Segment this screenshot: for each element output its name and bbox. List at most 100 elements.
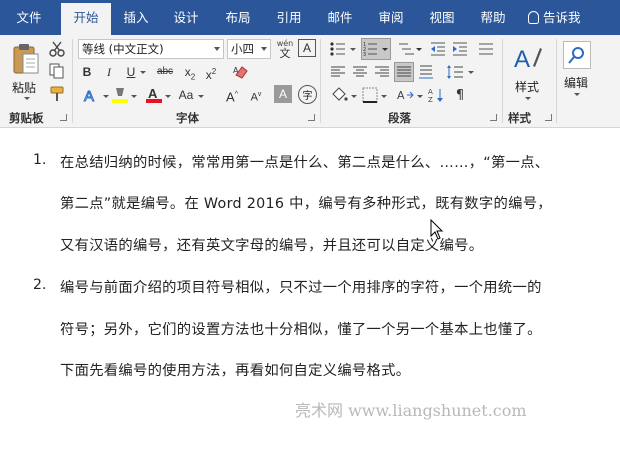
line-spacing-dropdown-icon[interactable] xyxy=(468,71,474,74)
styles-dropdown-icon[interactable] xyxy=(525,97,531,100)
lightbulb-icon xyxy=(528,11,539,24)
font-size-combo[interactable]: 小四 xyxy=(227,39,271,59)
justify-button[interactable] xyxy=(394,62,414,82)
chinese-layout-icon xyxy=(479,43,493,55)
tab-references[interactable]: 引用 xyxy=(268,0,310,35)
highlight-dropdown-icon[interactable] xyxy=(131,95,137,98)
bold-button[interactable]: B xyxy=(78,63,96,81)
chevron-down-icon xyxy=(261,47,267,51)
distributed-icon xyxy=(419,65,433,79)
styles-label: 样式 xyxy=(515,80,540,94)
distributed-button[interactable] xyxy=(416,63,436,81)
phonetic-guide-button[interactable]: wén 文 xyxy=(274,38,296,60)
styles-launcher-icon[interactable] xyxy=(545,114,552,121)
tab-mailings[interactable]: 邮件 xyxy=(319,0,361,35)
cut-button[interactable] xyxy=(48,40,66,58)
tab-view[interactable]: 视图 xyxy=(421,0,463,35)
font-color-icon: A xyxy=(146,86,162,103)
tab-file[interactable]: 文件 xyxy=(6,0,52,35)
show-marks-button[interactable]: ¶ xyxy=(450,86,470,104)
align-right-button[interactable] xyxy=(372,63,392,81)
font-color-button[interactable]: A xyxy=(144,85,164,105)
chinese-layout-button[interactable] xyxy=(475,39,497,59)
multilevel-list-button[interactable] xyxy=(396,39,424,59)
shrink-font-button[interactable]: Av xyxy=(246,86,266,104)
text-effects-dropdown-icon[interactable] xyxy=(103,95,109,98)
paragraph-group-label: 段落 xyxy=(388,111,411,125)
svg-text:A: A xyxy=(397,89,405,102)
subscript-button[interactable]: x2 xyxy=(181,63,199,81)
editing-button[interactable] xyxy=(563,41,591,69)
styles-button[interactable]: A xyxy=(510,41,544,75)
font-name-value: 等线 (中文正文) xyxy=(82,42,164,56)
font-color-dropdown-icon[interactable] xyxy=(165,95,171,98)
copy-button[interactable] xyxy=(48,62,66,80)
ribbon-tab-bar: 文件 开始 插入 设计 布局 引用 邮件 审阅 视图 帮助 告诉我 xyxy=(0,0,620,35)
tab-insert[interactable]: 插入 xyxy=(115,0,157,35)
grow-font-button[interactable]: A^ xyxy=(222,86,242,104)
align-right-icon xyxy=(375,66,389,77)
search-icon xyxy=(568,47,584,64)
numbering-button[interactable]: 123 xyxy=(361,38,391,60)
character-shading-button[interactable]: A xyxy=(274,85,292,103)
font-launcher-icon[interactable] xyxy=(308,114,315,121)
decrease-indent-button[interactable] xyxy=(428,39,448,59)
underline-button[interactable]: U xyxy=(122,63,140,81)
bullets-button[interactable] xyxy=(328,39,352,59)
list-item-line: 下面先看编号的使用方法，再看如何自定义编号格式。 xyxy=(60,363,411,379)
paste-button[interactable] xyxy=(10,41,42,77)
bullets-dropdown-icon[interactable] xyxy=(350,48,356,51)
line-spacing-icon xyxy=(447,65,463,79)
strikethrough-button[interactable]: abc xyxy=(154,63,176,81)
tab-design[interactable]: 设计 xyxy=(165,0,207,35)
italic-button[interactable]: I xyxy=(100,63,118,81)
tell-me-search[interactable]: 告诉我 xyxy=(528,0,581,35)
underline-dropdown-icon[interactable] xyxy=(140,71,146,74)
watermark: 亮术网 www.liangshunet.com xyxy=(295,401,527,420)
format-painter-button[interactable] xyxy=(48,85,66,103)
paste-label: 粘贴 xyxy=(12,81,37,95)
sort-button[interactable]: AZ xyxy=(426,86,446,104)
svg-text:A: A xyxy=(148,86,158,101)
superscript-button[interactable]: x2 xyxy=(202,63,220,82)
highlight-button[interactable] xyxy=(110,85,130,105)
shading-dropdown-icon[interactable] xyxy=(351,95,357,98)
paste-dropdown-icon[interactable] xyxy=(24,97,30,100)
character-border-button[interactable]: A xyxy=(298,39,316,57)
font-group-label: 字体 xyxy=(176,111,199,125)
borders-button[interactable] xyxy=(360,86,380,104)
text-direction-icon: A xyxy=(397,89,414,102)
enclose-characters-button[interactable]: 字 xyxy=(298,85,317,104)
tell-me-label: 告诉我 xyxy=(543,10,581,25)
document-area[interactable]: 1. 在总结归纳的时候，常常用第一点是什么、第二点是什么、……，“第一点、 第二… xyxy=(0,129,620,460)
borders-dropdown-icon[interactable] xyxy=(381,95,387,98)
numbering-icon: 123 xyxy=(363,42,388,57)
paragraph-launcher-icon[interactable] xyxy=(490,114,497,121)
text-effects-button[interactable]: A xyxy=(80,85,102,105)
chevron-down-icon xyxy=(214,47,220,51)
multilevel-list-icon xyxy=(399,43,422,55)
editing-dropdown-icon[interactable] xyxy=(574,93,580,96)
align-center-icon xyxy=(353,66,367,77)
list-number: 2. xyxy=(33,277,47,293)
clipboard-launcher-icon[interactable] xyxy=(60,114,67,121)
group-separator xyxy=(320,39,321,123)
align-left-button[interactable] xyxy=(328,63,348,81)
asian-typography-dropdown-icon[interactable] xyxy=(417,95,423,98)
paste-icon xyxy=(13,44,39,74)
align-center-button[interactable] xyxy=(350,63,370,81)
change-case-dropdown-icon[interactable] xyxy=(198,95,204,98)
tab-layout[interactable]: 布局 xyxy=(217,0,259,35)
asian-typography-button[interactable]: A xyxy=(394,86,416,104)
line-spacing-button[interactable] xyxy=(444,63,466,81)
tab-home[interactable]: 开始 xyxy=(61,3,111,35)
tab-review[interactable]: 审阅 xyxy=(370,0,412,35)
clear-formatting-button[interactable]: A xyxy=(232,63,250,81)
change-case-button[interactable]: Aa xyxy=(174,86,198,104)
font-name-combo[interactable]: 等线 (中文正文) xyxy=(78,39,224,59)
tab-help[interactable]: 帮助 xyxy=(472,0,514,35)
shading-button[interactable] xyxy=(328,86,350,104)
styles-group-label: 样式 xyxy=(508,111,531,125)
increase-indent-button[interactable] xyxy=(450,39,470,59)
font-size-value: 小四 xyxy=(231,42,254,56)
